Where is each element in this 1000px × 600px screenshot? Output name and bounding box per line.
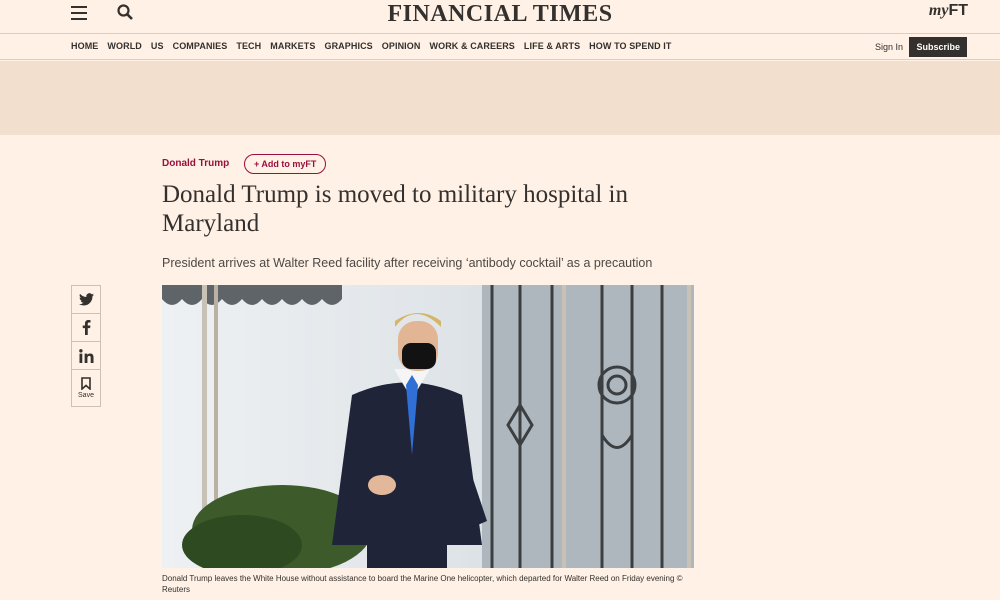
save-button[interactable]: Save: [72, 370, 100, 406]
myft-prefix: my: [928, 2, 949, 19]
nav-us[interactable]: US: [151, 41, 164, 51]
ft-logo[interactable]: FINANCIAL TIMES: [0, 0, 1000, 28]
linkedin-share-button[interactable]: [72, 342, 100, 370]
photo-caption: Donald Trump leaves the White House with…: [162, 574, 683, 594]
myft-link[interactable]: myFT: [929, 2, 968, 20]
nav-tech[interactable]: TECH: [236, 41, 261, 51]
nav-opinion[interactable]: OPINION: [382, 41, 421, 51]
main-nav: HOME WORLD US COMPANIES TECH MARKETS GRA…: [71, 41, 672, 51]
nav-bar: HOME WORLD US COMPANIES TECH MARKETS GRA…: [0, 34, 1000, 60]
nav-markets[interactable]: MARKETS: [270, 41, 315, 51]
facebook-icon: [82, 320, 90, 335]
nav-home[interactable]: HOME: [71, 41, 98, 51]
article-headline: Donald Trump is moved to military hospit…: [162, 181, 628, 237]
nav-graphics[interactable]: GRAPHICS: [324, 41, 372, 51]
facebook-share-button[interactable]: [72, 314, 100, 342]
add-to-myft-button[interactable]: + Add to myFT: [244, 154, 327, 174]
twitter-icon: [78, 293, 94, 306]
article-standfirst: President arrives at Walter Reed facilit…: [162, 256, 653, 270]
share-bar: Save: [71, 285, 101, 407]
article-photo: [162, 285, 694, 568]
topic-link[interactable]: Donald Trump: [162, 158, 229, 169]
subscribe-button[interactable]: Subscribe: [909, 37, 967, 57]
ad-banner: [0, 61, 1000, 135]
bookmark-icon: [81, 377, 91, 390]
myft-suffix: FT: [948, 2, 968, 19]
nav-life-arts[interactable]: LIFE & ARTS: [524, 41, 580, 51]
nav-how-to-spend-it[interactable]: HOW TO SPEND IT: [589, 41, 671, 51]
sign-in-link[interactable]: Sign In: [875, 42, 903, 52]
twitter-share-button[interactable]: [72, 286, 100, 314]
nav-work-careers[interactable]: WORK & CAREERS: [430, 41, 515, 51]
save-label: Save: [78, 392, 94, 399]
top-bar: FINANCIAL TIMES myFT: [0, 0, 1000, 34]
nav-companies[interactable]: COMPANIES: [173, 41, 228, 51]
nav-world[interactable]: WORLD: [107, 41, 142, 51]
linkedin-icon: [78, 348, 93, 363]
